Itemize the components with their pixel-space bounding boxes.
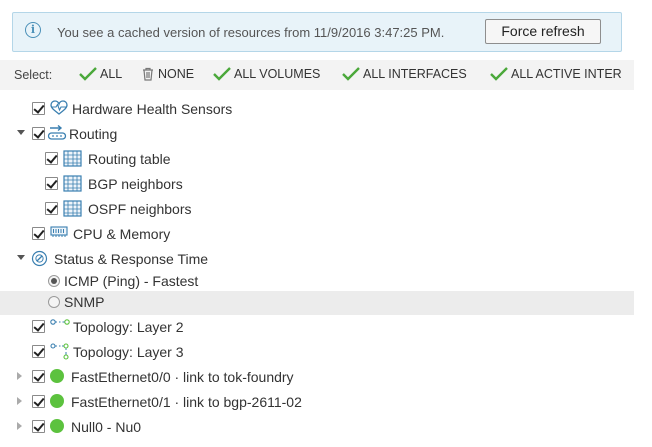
tree-item-label: Null0 - Nu0 [71, 419, 142, 435]
checkbox[interactable] [32, 370, 45, 383]
select-all-volumes-label: ALL VOLUMES [234, 67, 321, 81]
checkbox[interactable] [45, 202, 58, 215]
select-all-active-interfaces-label: ALL ACTIVE INTER [511, 67, 622, 81]
tree-item-fastethernet0-1[interactable]: FastEthernet0/1 · link to bgp-2611-02 [0, 391, 634, 415]
radio-option-label: SNMP [64, 294, 105, 310]
select-all-label: ALL [100, 67, 123, 81]
cached-notice-banner: i You see a cached version of resources … [12, 12, 622, 52]
expand-toggle[interactable] [17, 422, 22, 430]
select-all-button[interactable]: ALL [79, 67, 122, 84]
checkbox[interactable] [32, 227, 45, 240]
checkbox[interactable] [32, 420, 45, 433]
checkbox[interactable] [45, 152, 58, 165]
check-icon [490, 67, 508, 84]
cached-notice-text: You see a cached version of resources fr… [57, 25, 445, 40]
tree-item-label: CPU & Memory [73, 226, 171, 242]
tree-item-label: FastEthernet0/0 · link to tok-foundry [71, 369, 294, 385]
memory-icon [50, 225, 68, 243]
topology-icon [49, 343, 73, 366]
radio-button[interactable] [48, 296, 60, 308]
checkbox[interactable] [32, 395, 45, 408]
status-up-icon [50, 369, 64, 383]
checkbox[interactable] [32, 345, 45, 358]
tree-item-label: BGP neighbors [88, 176, 183, 192]
force-refresh-button[interactable]: Force refresh [485, 19, 601, 44]
checkbox[interactable] [32, 127, 45, 140]
check-icon [342, 67, 360, 84]
radio-button[interactable] [48, 275, 60, 287]
check-icon [79, 67, 97, 84]
expand-toggle[interactable] [17, 255, 25, 260]
routing-icon [47, 124, 67, 146]
check-icon [213, 67, 231, 84]
table-icon [63, 175, 82, 197]
tree-item-label: Routing [69, 126, 118, 142]
select-all-interfaces-button[interactable]: ALL INTERFACES [342, 67, 467, 84]
tree-item-label: FastEthernet0/1 · link to bgp-2611-02 [71, 394, 302, 410]
tree-item-routing-table[interactable]: Routing table [0, 148, 634, 172]
select-label: Select: [14, 68, 53, 82]
table-icon [63, 150, 82, 172]
table-icon [63, 200, 82, 222]
tree-item-label: Routing table [88, 151, 171, 167]
select-all-active-interfaces-button[interactable]: ALL ACTIVE INTER [490, 67, 622, 84]
tree-item-topology-layer3[interactable]: Topology: Layer 3 [0, 341, 634, 365]
tree-item-label: Hardware Health Sensors [72, 101, 233, 117]
heart-pulse-icon [50, 100, 68, 121]
checkbox[interactable] [45, 177, 58, 190]
tree-item-null0[interactable]: Null0 - Nu0 [0, 416, 634, 440]
checkbox[interactable] [32, 102, 45, 115]
trash-icon [141, 67, 155, 84]
tree-item-hardware-health[interactable]: Hardware Health Sensors [0, 98, 634, 122]
tree-item-ospf-neighbors[interactable]: OSPF neighbors [0, 198, 634, 222]
tree-item-label: Status & Response Time [54, 251, 209, 267]
checkbox[interactable] [32, 320, 45, 333]
status-up-icon [50, 394, 64, 408]
tree-item-cpu-memory[interactable]: CPU & Memory [0, 223, 634, 247]
status-up-icon [50, 419, 64, 433]
select-all-volumes-button[interactable]: ALL VOLUMES [213, 67, 320, 84]
select-bar: Select: ALL NONE ALL VOLUMES ALL INTERFA… [0, 60, 634, 90]
expand-toggle[interactable] [17, 130, 25, 135]
info-icon: i [25, 22, 41, 38]
select-none-button[interactable]: NONE [141, 67, 194, 84]
radio-option-label: ICMP (Ping) - Fastest [64, 273, 199, 289]
topology-icon [49, 318, 73, 339]
expand-toggle[interactable] [17, 372, 22, 380]
tree-item-label: Topology: Layer 3 [73, 344, 184, 360]
select-none-label: NONE [158, 67, 195, 81]
tree-item-label: OSPF neighbors [88, 201, 192, 217]
tree-item-status-response[interactable]: Status & Response Time [0, 248, 634, 272]
select-all-interfaces-label: ALL INTERFACES [363, 67, 467, 81]
tree-item-bgp-neighbors[interactable]: BGP neighbors [0, 173, 634, 197]
expand-toggle[interactable] [17, 397, 22, 405]
tree-item-fastethernet0-0[interactable]: FastEthernet0/0 · link to tok-foundry [0, 366, 634, 390]
tree-item-label: Topology: Layer 2 [73, 319, 184, 335]
tree-item-topology-layer2[interactable]: Topology: Layer 2 [0, 316, 634, 340]
radio-option-snmp[interactable]: SNMP [0, 291, 634, 315]
gauge-icon [31, 250, 48, 272]
tree-item-routing[interactable]: Routing [0, 123, 634, 147]
